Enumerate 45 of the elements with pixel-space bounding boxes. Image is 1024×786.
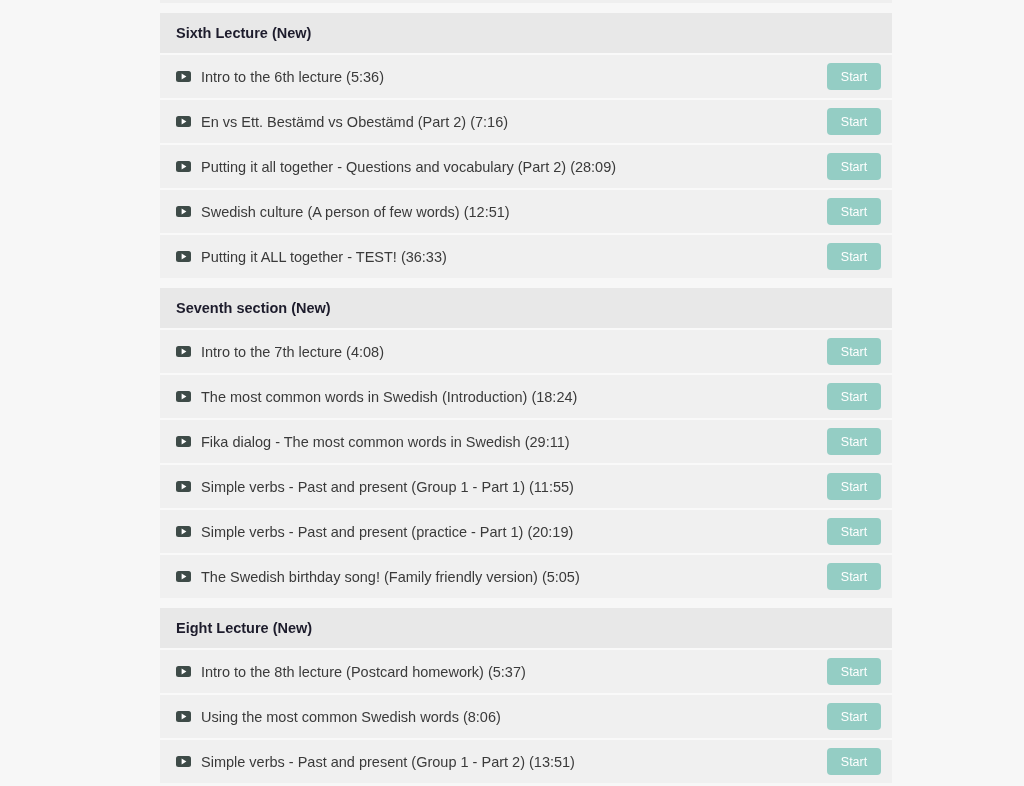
lesson-title: Intro to the 6th lecture (5:36): [201, 68, 385, 85]
lesson-title: En vs Ett. Bestämd vs Obestämd (Part 2) (7:16): [201, 113, 510, 130]
lesson-title: Fika dialog - The most common words in Swedish (29:11): [201, 433, 571, 450]
lesson-title: The Swedish birthday song! (Family friendly version) (5:05): [201, 568, 581, 585]
lesson-title: Simple verbs - Past and present (Group 1 - Part 2) (13:51): [201, 753, 576, 770]
start-button[interactable]: Start: [827, 198, 881, 225]
start-button[interactable]: Start: [827, 108, 881, 135]
play-icon: [176, 71, 191, 82]
start-button[interactable]: Start: [827, 338, 881, 365]
play-icon: [176, 481, 191, 492]
play-icon: [176, 251, 191, 262]
section-header: Eight Lecture (New): [160, 608, 892, 648]
play-icon: [176, 711, 191, 722]
play-icon: [176, 391, 191, 402]
play-icon: [176, 571, 191, 582]
start-button[interactable]: Start: [827, 243, 881, 270]
play-icon: [176, 116, 191, 127]
start-button[interactable]: Start: [827, 428, 881, 455]
lesson-title: Simple verbs - Past and present (practice - Part 1) (20:19): [201, 523, 575, 540]
play-icon: [176, 161, 191, 172]
lesson-title: Using the most common Swedish words (8:06): [201, 708, 502, 725]
start-button[interactable]: Start: [827, 703, 881, 730]
play-icon: [176, 206, 191, 217]
start-button[interactable]: Start: [827, 748, 881, 775]
play-icon: [176, 526, 191, 537]
section-header: Seventh section (New): [160, 288, 892, 328]
lesson-title: The most common words in Swedish (Introduction) (18:24): [201, 388, 579, 405]
lesson-title: Putting it all together - Questions and vocabulary (Part 2) (28:09): [201, 158, 618, 175]
play-icon: [176, 756, 191, 767]
lesson-title: Intro to the 7th lecture (4:08): [201, 343, 385, 360]
lesson-title: Putting it ALL together - TEST! (36:33): [201, 248, 448, 265]
section-header: Sixth Lecture (New): [160, 13, 892, 53]
play-icon: [176, 436, 191, 447]
start-button[interactable]: Start: [827, 63, 881, 90]
start-button[interactable]: Start: [827, 658, 881, 685]
start-button[interactable]: Start: [827, 563, 881, 590]
start-button[interactable]: Start: [827, 153, 881, 180]
start-button[interactable]: Start: [827, 383, 881, 410]
play-icon: [176, 666, 191, 677]
play-icon: [176, 346, 191, 357]
lesson-title: Simple verbs - Past and present (Group 1 - Part 1) (11:55): [201, 478, 575, 495]
lesson-title: Intro to the 8th lecture (Postcard homework) (5:37): [201, 663, 527, 680]
start-button[interactable]: Start: [827, 518, 881, 545]
lesson-title: Swedish culture (A person of few words) (12:51): [201, 203, 511, 220]
start-button[interactable]: Start: [827, 473, 881, 500]
